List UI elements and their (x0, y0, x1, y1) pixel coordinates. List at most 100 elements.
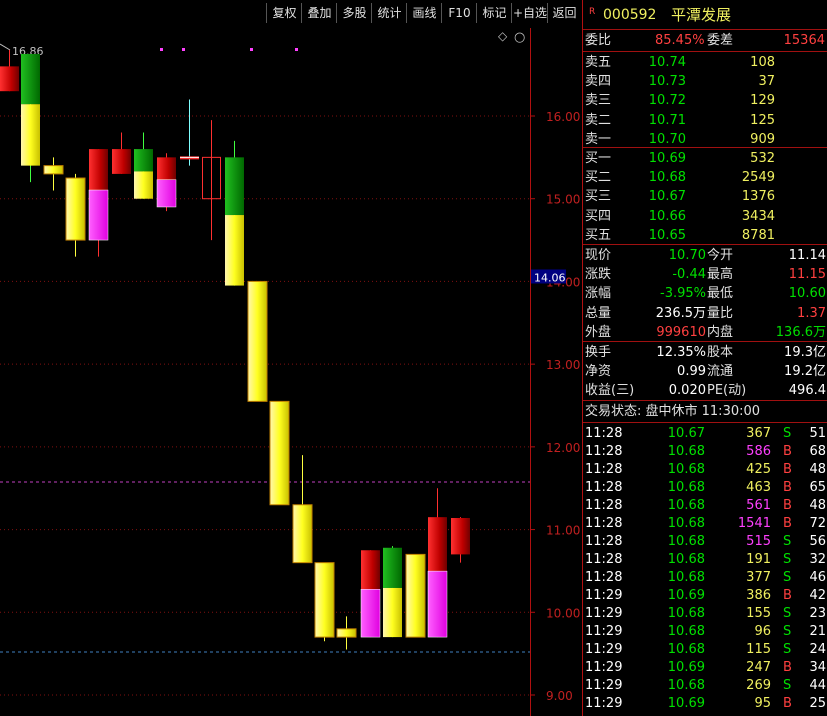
tick-row[interactable]: 11:28 10.68 515 S 56 (583, 532, 827, 551)
buy-level-row[interactable]: 买四 10.66 3434 (583, 207, 827, 226)
quote-label: 涨幅 (585, 286, 612, 302)
tick-volume: 96 (754, 624, 771, 639)
stat-row[interactable]: 净资 0.99 流通 19.2亿 (583, 362, 827, 381)
tick-price: 10.67 (667, 426, 705, 441)
stat-value: 12.35% (656, 345, 706, 360)
tick-time: 11:28 (585, 516, 623, 531)
tick-row[interactable]: 11:28 10.68 586 B 68 (583, 442, 827, 461)
candle-body-lower (225, 215, 244, 286)
tick-row[interactable]: 11:29 10.68 269 S 44 (583, 676, 827, 695)
tick-row[interactable]: 11:29 10.69 386 B 42 (583, 586, 827, 605)
sell-level-volume: 129 (750, 93, 775, 109)
y-tick-label: 16.00 (546, 110, 580, 124)
sell-level-row[interactable]: 卖四 10.73 37 (583, 72, 827, 91)
tick-row[interactable]: 11:28 10.68 1541 B 72 (583, 514, 827, 533)
tick-volume: 115 (746, 642, 771, 657)
kline-chart[interactable]: 16.0015.0014.0013.0012.0011.0010.009.001… (0, 28, 582, 716)
toolbar-button-4[interactable]: 画线 (406, 3, 442, 23)
candle-body (269, 400, 290, 506)
sell-level-price: 10.74 (648, 55, 686, 70)
sell-level-price: 10.73 (648, 74, 686, 90)
tick-count: 42 (809, 588, 826, 603)
weicha-value: 15364 (783, 33, 825, 48)
quote-row[interactable]: 涨跌 -0.44 最高 11.15 (583, 265, 827, 284)
buy-level-row[interactable]: 买三 10.67 1376 (583, 187, 827, 206)
tick-row[interactable]: 11:29 10.68 96 S 21 (583, 622, 827, 641)
tick-row[interactable]: 11:28 10.68 191 S 32 (583, 550, 827, 569)
tick-count: 51 (809, 426, 826, 441)
stat-row[interactable]: 收益(三) 0.020 PE(动) 496.4 (583, 381, 827, 400)
sell-level-price: 10.70 (648, 131, 686, 147)
quote-value: 10.60 (788, 286, 826, 302)
buy-level-volume: 3434 (741, 208, 775, 224)
buy-level-row[interactable]: 买二 10.68 2549 (583, 168, 827, 187)
quote-row[interactable]: 外盘 999610 内盘 136.6万 (583, 323, 827, 342)
toolbar-button-7[interactable]: +自选 (511, 3, 548, 23)
quote-label: 涨跌 (585, 267, 612, 283)
quote-row[interactable]: 总量 236.5万 量比 1.37 (583, 304, 827, 323)
sell-level-label: 卖四 (585, 74, 612, 90)
toolbar-button-0[interactable]: 复权 (266, 3, 302, 23)
candle-body-upper (428, 517, 447, 572)
sell-level-volume: 909 (750, 131, 775, 147)
tick-time: 11:29 (585, 588, 623, 603)
toolbar-button-8[interactable]: 返回 (547, 3, 581, 23)
y-tick-label: 9.00 (546, 689, 573, 703)
tick-volume: 1541 (737, 516, 771, 531)
stock-header: R 000592 平潭发展 (583, 6, 827, 28)
buy-level-label: 买一 (585, 151, 612, 166)
candle-body (0, 66, 19, 92)
quote-row[interactable]: 现价 10.70 今开 11.14 (583, 246, 827, 265)
candle-body-upper (361, 550, 380, 590)
candle-body-upper (225, 157, 244, 216)
candle-body (336, 628, 357, 638)
stat-value: 496.4 (788, 383, 826, 398)
tick-price: 10.68 (667, 624, 705, 639)
tick-price: 10.69 (667, 696, 705, 711)
toolbar-button-1[interactable]: 叠加 (301, 3, 337, 23)
buy-level-price: 10.66 (648, 208, 686, 224)
quote-label: 外盘 (585, 324, 612, 340)
tick-row[interactable]: 11:29 10.68 115 S 24 (583, 640, 827, 659)
buy-level-price: 10.67 (648, 189, 686, 205)
candle-body-upper (21, 53, 40, 105)
buy-level-row[interactable]: 买五 10.65 8781 (583, 226, 827, 245)
buy-level-label: 买三 (585, 189, 612, 205)
quote-row[interactable]: 涨幅 -3.95% 最低 10.60 (583, 284, 827, 303)
tick-row[interactable]: 11:28 10.68 463 B 65 (583, 478, 827, 497)
sell-level-row[interactable]: 卖五 10.74 108 (583, 53, 827, 72)
quote-label: 最低 (707, 286, 734, 302)
tick-volume: 191 (746, 552, 771, 567)
tick-volume: 515 (746, 534, 771, 549)
tick-side: B (783, 444, 792, 459)
sell-level-row[interactable]: 卖一 10.70 909 (583, 130, 827, 149)
tick-row[interactable]: 11:28 10.68 425 B 48 (583, 460, 827, 479)
y-tick-label: 12.00 (546, 441, 580, 455)
tick-row[interactable]: 11:28 10.67 367 S 51 (583, 424, 827, 443)
tick-price: 10.68 (667, 552, 705, 567)
tick-row[interactable]: 11:28 10.68 377 S 46 (583, 568, 827, 587)
tick-price: 10.68 (667, 570, 705, 585)
tick-row[interactable]: 11:29 10.68 155 S 23 (583, 604, 827, 623)
diamond-icon: ◇ (498, 29, 508, 43)
toolbar-button-6[interactable]: 标记 (476, 3, 512, 23)
stat-label: 股本 (707, 345, 734, 360)
tick-side: S (783, 624, 792, 639)
toolbar-button-2[interactable]: 多股 (336, 3, 372, 23)
tick-price: 10.68 (667, 678, 705, 693)
sell-level-row[interactable]: 卖二 10.71 125 (583, 111, 827, 130)
sell-level-label: 卖二 (585, 112, 612, 128)
buy-level-row[interactable]: 买一 10.69 532 (583, 149, 827, 168)
tick-time: 11:28 (585, 426, 623, 441)
toolbar-button-5[interactable]: F10 (441, 3, 477, 23)
tick-time: 11:28 (585, 552, 623, 567)
sell-level-row[interactable]: 卖三 10.72 129 (583, 91, 827, 110)
tick-row[interactable]: 11:28 10.68 561 B 48 (583, 496, 827, 515)
tick-row[interactable]: 11:29 10.69 95 B 25 (583, 694, 827, 713)
toolbar-button-3[interactable]: 统计 (371, 3, 407, 23)
stat-row[interactable]: 换手 12.35% 股本 19.3亿 (583, 343, 827, 362)
y-tick-label: 11.00 (546, 524, 580, 538)
candle-body-lower (134, 171, 153, 199)
sell-level-volume: 37 (758, 74, 775, 90)
tick-row[interactable]: 11:29 10.69 247 B 34 (583, 658, 827, 677)
